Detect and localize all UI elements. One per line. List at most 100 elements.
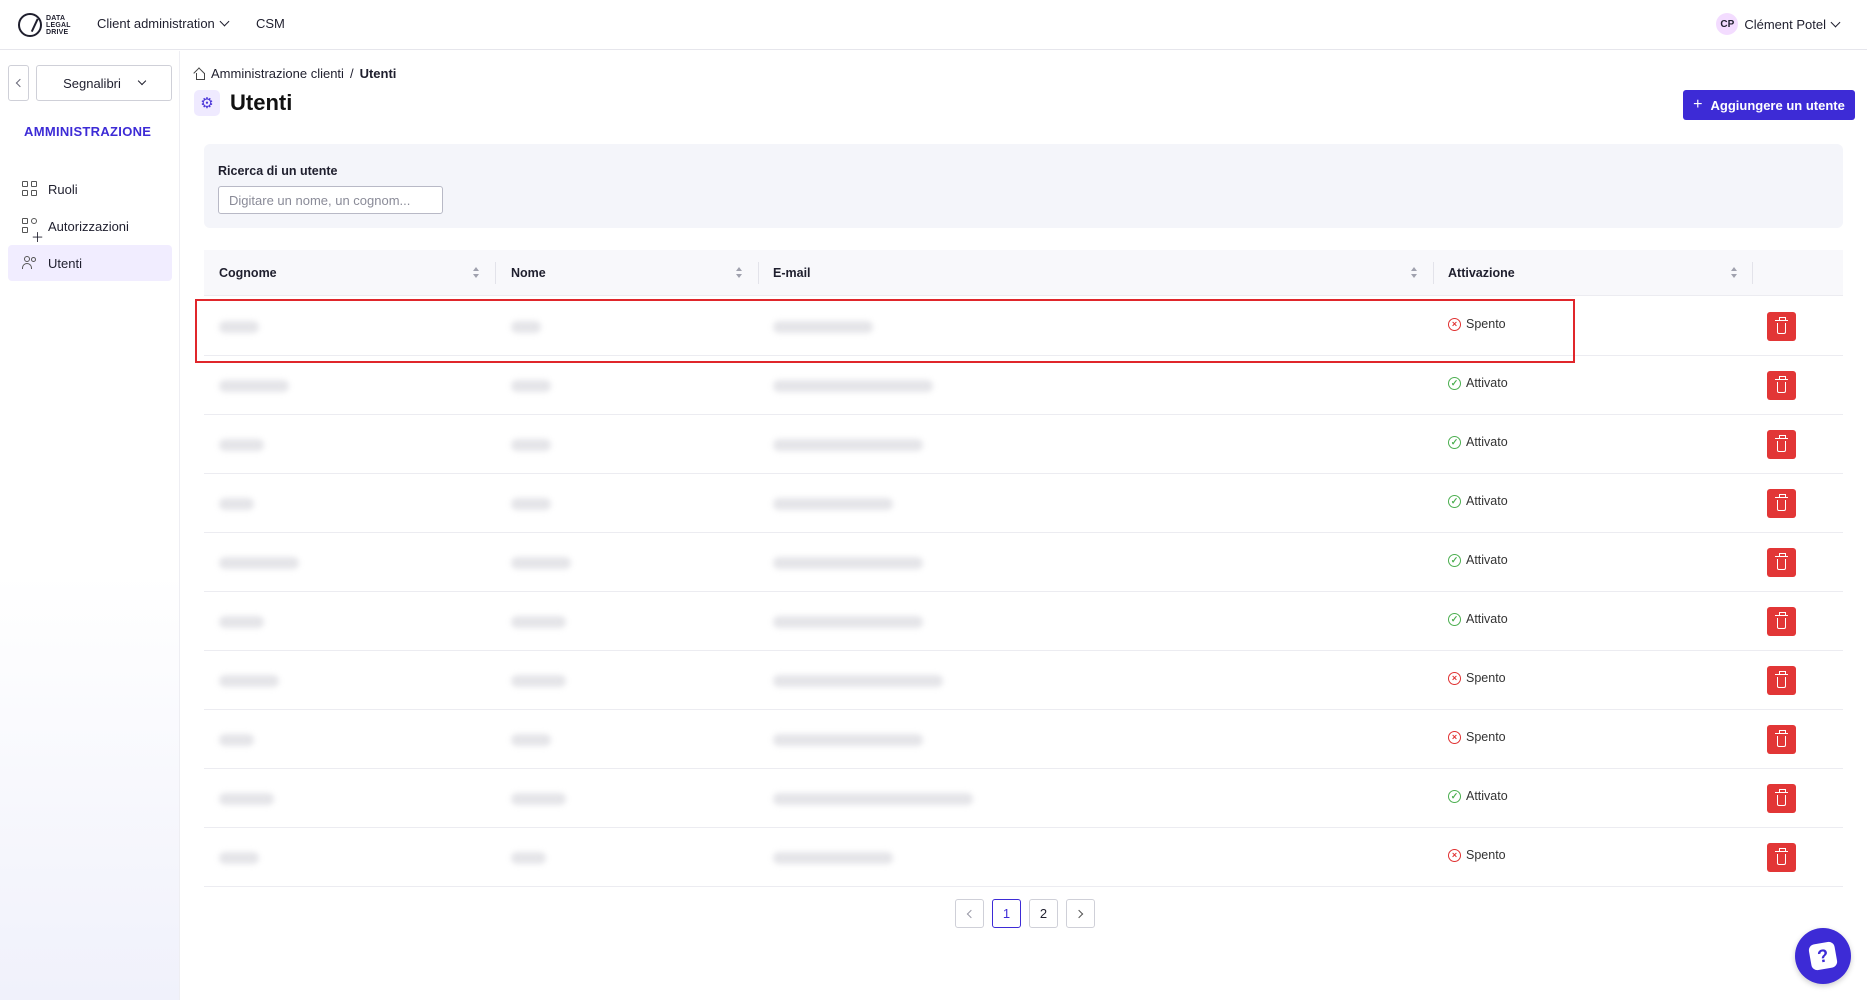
sidebar-item-utenti[interactable]: Utenti (8, 245, 172, 281)
delete-user-button[interactable] (1767, 843, 1796, 872)
page-button-2[interactable]: 2 (1029, 899, 1058, 928)
redacted-surname (219, 675, 279, 687)
delete-user-button[interactable] (1767, 312, 1796, 341)
gear-icon: ⚙ (194, 90, 220, 116)
chevron-down-icon (137, 76, 147, 86)
column-divider (758, 262, 759, 284)
redacted-email (773, 321, 873, 333)
redacted-surname (219, 616, 264, 628)
table-row[interactable]: × Spento (204, 710, 1843, 769)
redacted-name (511, 675, 566, 687)
sidebar-section-title: AMMINISTRAZIONE (24, 124, 152, 139)
status-label: Spento (1466, 730, 1506, 744)
trash-icon (1775, 316, 1788, 334)
status-badge: ✓ Attivato (1448, 612, 1508, 626)
sidebar-item-ruoli[interactable]: Ruoli (8, 171, 172, 207)
data-legal-drive-logo[interactable]: DATA LEGAL DRIVE (18, 10, 74, 40)
column-header-email[interactable]: E-mail (773, 250, 811, 296)
delete-user-button[interactable] (1767, 666, 1796, 695)
status-label: Spento (1466, 671, 1506, 685)
next-page-button[interactable] (1066, 899, 1095, 928)
search-label: Ricerca di un utente (218, 164, 338, 178)
check-circle-icon: ✓ (1448, 612, 1461, 626)
table-row[interactable]: × Spento (204, 297, 1843, 356)
redacted-email (773, 852, 893, 864)
status-badge: × Spento (1448, 848, 1506, 862)
delete-user-button[interactable] (1767, 430, 1796, 459)
table-row[interactable]: × Spento (204, 828, 1843, 887)
status-badge: ✓ Attivato (1448, 435, 1508, 449)
add-user-button[interactable]: + Aggiungere un utente (1683, 90, 1855, 120)
table-row[interactable]: ✓ Attivato (204, 769, 1843, 828)
page-button-1[interactable]: 1 (992, 899, 1021, 928)
trash-icon (1775, 434, 1788, 452)
check-circle-icon: ✓ (1448, 435, 1461, 449)
chevron-right-icon (1074, 909, 1084, 918)
delete-user-button[interactable] (1767, 725, 1796, 754)
trash-icon (1775, 670, 1788, 688)
redacted-name (511, 498, 551, 510)
status-label: Attivato (1466, 612, 1508, 626)
collapse-sidebar-button[interactable] (8, 65, 29, 101)
home-icon (194, 69, 205, 80)
redacted-surname (219, 734, 254, 746)
redacted-surname (219, 852, 259, 864)
status-badge: × Spento (1448, 730, 1506, 744)
trash-icon (1775, 611, 1788, 629)
column-header-nome[interactable]: Nome (511, 250, 546, 296)
previous-page-button[interactable] (955, 899, 984, 928)
status-label: Attivato (1466, 376, 1508, 390)
redacted-name (511, 557, 571, 569)
redacted-email (773, 616, 923, 628)
chevron-left-icon (966, 909, 976, 918)
sort-icon[interactable] (1410, 267, 1418, 279)
bookmarks-dropdown[interactable]: Segnalibri (36, 65, 172, 101)
search-panel: Ricerca di un utente (204, 144, 1843, 228)
status-badge: × Spento (1448, 317, 1506, 331)
table-row[interactable]: ✓ Attivato (204, 415, 1843, 474)
sort-icon[interactable] (735, 267, 743, 279)
table-row[interactable]: ✓ Attivato (204, 474, 1843, 533)
table-row[interactable]: × Spento (204, 651, 1843, 710)
delete-user-button[interactable] (1767, 489, 1796, 518)
table-row[interactable]: ✓ Attivato (204, 533, 1843, 592)
table-header: Cognome Nome E-mail Attivazione (204, 250, 1843, 296)
user-menu[interactable]: CP Clément Potel (1716, 13, 1841, 35)
sort-icon[interactable] (1730, 267, 1738, 279)
delete-user-button[interactable] (1767, 371, 1796, 400)
status-label: Attivato (1466, 494, 1508, 508)
breadcrumb: Amministrazione clienti / Utenti (194, 66, 396, 81)
pagination: 1 2 (955, 899, 1095, 928)
trash-icon (1775, 493, 1788, 511)
page-title: Utenti (230, 90, 293, 115)
sort-icon[interactable] (472, 267, 480, 279)
sidebar-item-autorizzazioni[interactable]: ＋ Autorizzazioni (8, 208, 172, 245)
chevron-down-icon (219, 16, 230, 27)
nav-client-administration[interactable]: Client administration (97, 16, 230, 31)
column-divider (495, 262, 496, 284)
redacted-email (773, 557, 923, 569)
column-header-cognome[interactable]: Cognome (219, 250, 277, 296)
delete-user-button[interactable] (1767, 548, 1796, 577)
nav-csm[interactable]: CSM (256, 16, 285, 31)
breadcrumb-parent[interactable]: Amministrazione clienti (211, 66, 344, 81)
delete-user-button[interactable] (1767, 784, 1796, 813)
x-circle-icon: × (1448, 848, 1461, 862)
status-label: Attivato (1466, 789, 1508, 803)
column-header-attivazione[interactable]: Attivazione (1448, 250, 1515, 296)
delete-user-button[interactable] (1767, 607, 1796, 636)
status-badge: ✓ Attivato (1448, 376, 1508, 390)
help-chat-button[interactable]: ? (1795, 928, 1851, 984)
user-name: Clément Potel (1744, 16, 1826, 32)
status-badge: × Spento (1448, 671, 1506, 685)
table-row[interactable]: ✓ Attivato (204, 592, 1843, 651)
status-label: Attivato (1466, 435, 1508, 449)
redacted-email (773, 439, 923, 451)
status-label: Attivato (1466, 553, 1508, 567)
logo-icon (18, 13, 42, 37)
trash-icon (1775, 729, 1788, 747)
table-row[interactable]: ✓ Attivato (204, 356, 1843, 415)
redacted-surname (219, 557, 299, 569)
search-input[interactable] (218, 186, 443, 214)
check-circle-icon: ✓ (1448, 553, 1461, 567)
